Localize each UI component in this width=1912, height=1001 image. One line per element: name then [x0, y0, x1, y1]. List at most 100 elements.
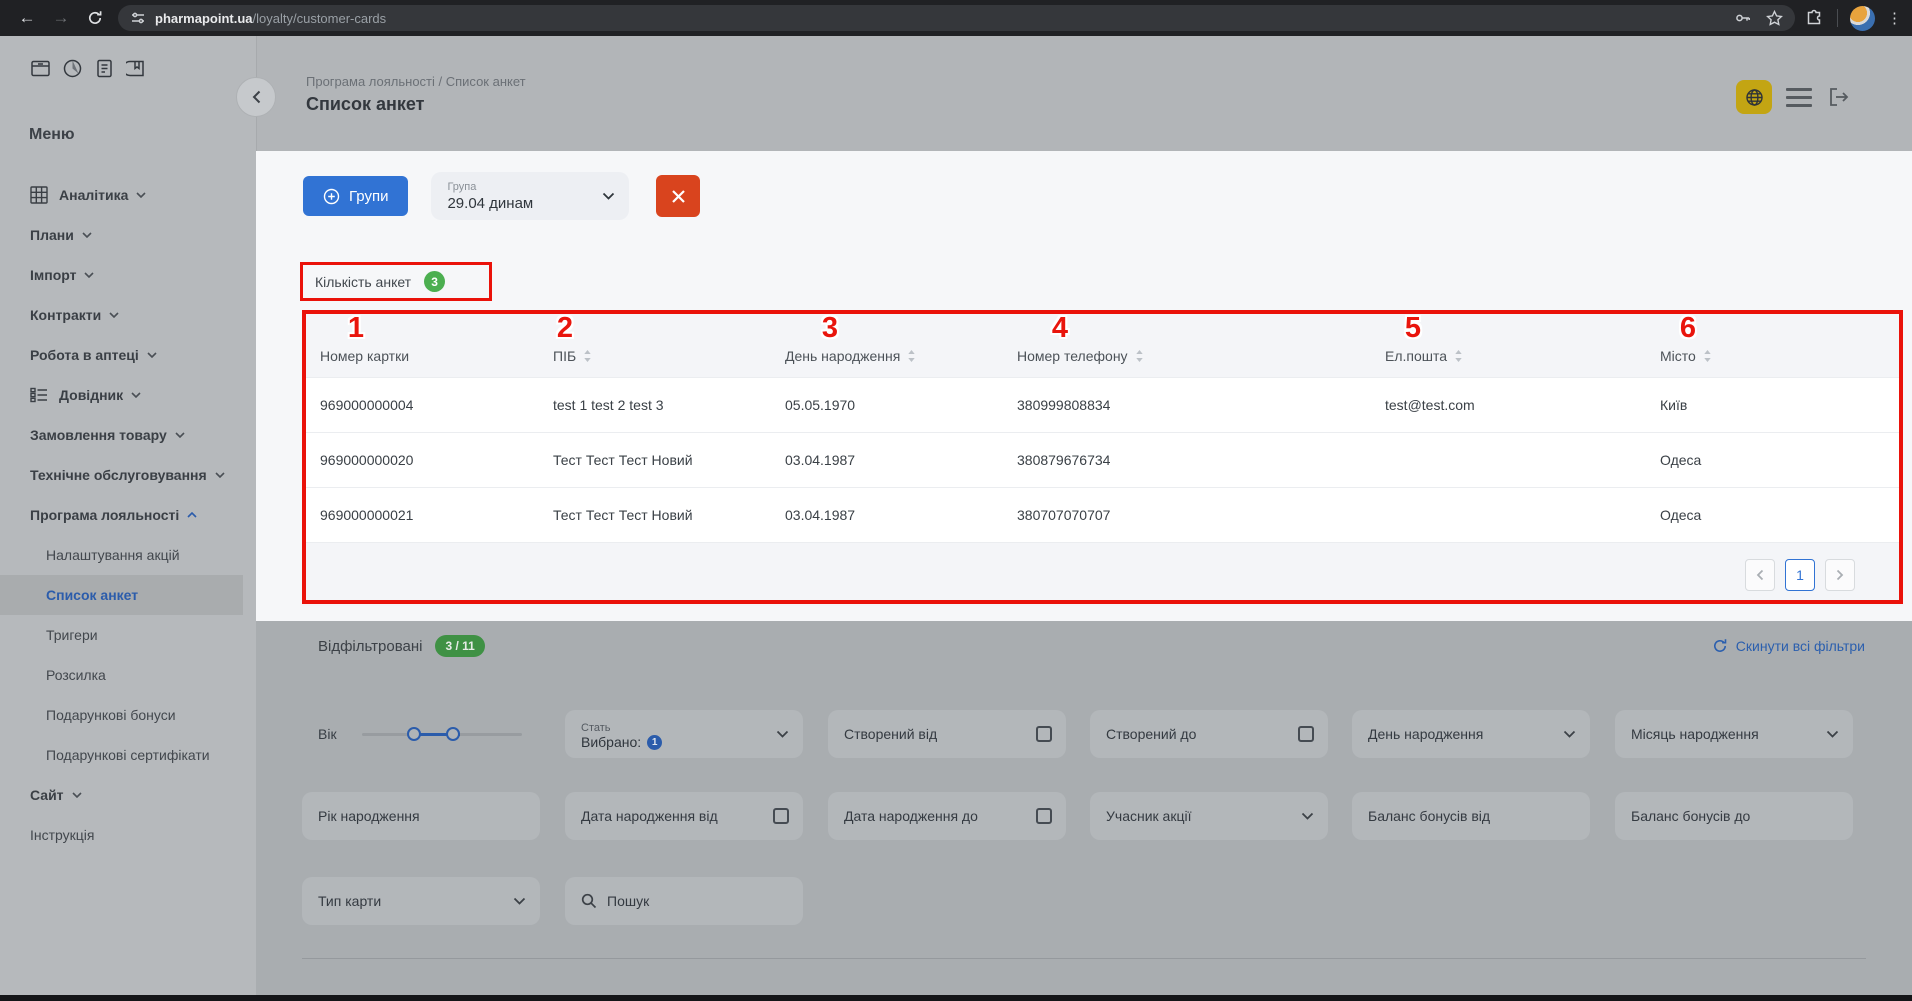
site-settings-icon[interactable]: [130, 10, 146, 26]
filter-баланс-бонусів-від[interactable]: Баланс бонусів від: [1352, 792, 1590, 840]
sidebar-item-label: Сайт: [30, 787, 64, 803]
chevron-down-icon: [109, 312, 119, 318]
app-window: Меню АналітикаПланиІмпортКонтрактиРобота…: [0, 36, 1912, 995]
column-header-день-народження[interactable]: День народження: [785, 348, 916, 364]
group-select-label: Група: [447, 181, 533, 193]
chevron-down-icon: [72, 792, 82, 798]
column-header-піб[interactable]: ПІБ: [553, 348, 592, 364]
book-icon[interactable]: [126, 58, 147, 79]
chevron-down-icon: [1826, 730, 1839, 738]
calendar-icon: [1298, 726, 1314, 742]
filter-день-народження[interactable]: День народження: [1352, 710, 1590, 758]
menu-hamburger-icon[interactable]: [1786, 88, 1812, 107]
column-header-номер-картки: Номер картки: [320, 348, 409, 364]
language-globe-button[interactable]: [1736, 80, 1772, 114]
drawer-icon[interactable]: [30, 58, 51, 79]
sidebar-item-довідник[interactable]: Довідник: [0, 375, 256, 415]
plus-circle-icon: [323, 188, 340, 205]
close-icon: [671, 189, 686, 204]
sidebar-item-сайт[interactable]: Сайт: [0, 775, 256, 815]
sidebar-collapse-button[interactable]: [236, 77, 276, 117]
filter-стать[interactable]: Стать Вибрано: 1: [565, 710, 803, 758]
reset-filters-link[interactable]: Скинути всі фільтри: [1712, 638, 1865, 654]
column-header-номер-телефону[interactable]: Номер телефону: [1017, 348, 1144, 364]
sidebar-item-аналітика[interactable]: Аналітика: [0, 175, 256, 215]
sidebar-item-технічне-обслуговування[interactable]: Технічне обслуговування: [0, 455, 256, 495]
sidebar-item-подарункові-сертифікати[interactable]: Подарункові сертифікати: [0, 735, 256, 775]
sidebar-item-label: Довідник: [59, 387, 123, 403]
sidebar-item-програма-лояльності[interactable]: Програма лояльності: [0, 495, 256, 535]
page-header: Програма лояльності / Список анкет Списо…: [256, 36, 1912, 151]
browser-toolbar: ← → pharmapoint.ua/loyalty/customer-card…: [0, 0, 1912, 36]
table-row[interactable]: 969000000021Тест Тест Тест Новий03.04.19…: [302, 487, 1903, 542]
sidebar-item-подарункові-бонуси[interactable]: Подарункові бонуси: [0, 695, 256, 735]
filter-рік-народження[interactable]: Рік народження: [302, 792, 540, 840]
filter-дата-народження-до[interactable]: Дата народження до: [828, 792, 1066, 840]
password-key-icon[interactable]: [1734, 9, 1752, 27]
filter-учасник-акції[interactable]: Учасник акції: [1090, 792, 1328, 840]
column-header-місто[interactable]: Місто: [1660, 348, 1712, 364]
sidebar: Меню АналітикаПланиІмпортКонтрактиРобота…: [0, 36, 256, 995]
age-slider[interactable]: [362, 733, 522, 736]
slider-handle-max[interactable]: [446, 727, 460, 741]
sidebar-item-label: Список анкет: [46, 587, 138, 603]
address-bar[interactable]: pharmapoint.ua/loyalty/customer-cards: [118, 5, 1795, 31]
filter-дата-народження-від[interactable]: Дата народження від: [565, 792, 803, 840]
logout-icon[interactable]: [1826, 85, 1850, 109]
table-cell: 03.04.1987: [785, 488, 855, 542]
sidebar-item-робота-в-аптеці[interactable]: Робота в аптеці: [0, 335, 256, 375]
pie-chart-icon[interactable]: [62, 58, 83, 79]
table-cell: 03.04.1987: [785, 433, 855, 487]
browser-menu-icon[interactable]: ⋮: [1887, 9, 1902, 27]
globe-icon: [1745, 88, 1764, 107]
pagination-next-button[interactable]: [1825, 559, 1855, 591]
filter-баланс-бонусів-до[interactable]: Баланс бонусів до: [1615, 792, 1853, 840]
sidebar-item-label: Подарункові бонуси: [46, 707, 176, 723]
document-icon[interactable]: [94, 58, 115, 79]
filter-тип-карти[interactable]: Тип карти: [302, 877, 540, 925]
sort-icon: [1135, 350, 1144, 362]
table-cell: 969000000021: [320, 488, 413, 542]
sidebar-item-плани[interactable]: Плани: [0, 215, 256, 255]
chevron-up-icon: [187, 512, 197, 518]
chevron-down-icon: [1563, 730, 1576, 738]
sidebar-item-налаштування-акцій[interactable]: Налаштування акцій: [0, 535, 256, 575]
sidebar-item-список-анкет[interactable]: Список анкет: [0, 575, 243, 615]
count-badge: 3: [424, 271, 445, 292]
table-row[interactable]: 969000000020Тест Тест Тест Новий03.04.19…: [302, 432, 1903, 487]
pagination-page-1[interactable]: 1: [1785, 559, 1815, 591]
filter-створений-від[interactable]: Створений від: [828, 710, 1066, 758]
sidebar-item-контракти[interactable]: Контракти: [0, 295, 256, 335]
filter-місяць-народження[interactable]: Місяць народження: [1615, 710, 1853, 758]
filter-вік[interactable]: Вік: [302, 710, 540, 758]
filtered-count-badge: 3 / 11: [435, 635, 484, 657]
chevron-down-icon: [136, 192, 146, 198]
chevron-down-icon: [175, 432, 185, 438]
sidebar-item-label: Контракти: [30, 307, 101, 323]
chevron-down-icon: [131, 392, 141, 398]
clear-group-button[interactable]: [656, 175, 700, 217]
slider-handle-min[interactable]: [407, 727, 421, 741]
sidebar-item-розсилка[interactable]: Розсилка: [0, 655, 256, 695]
pagination-prev-button[interactable]: [1745, 559, 1775, 591]
filter-пошук[interactable]: Пошук: [565, 877, 803, 925]
sidebar-item-тригери[interactable]: Тригери: [0, 615, 256, 655]
back-icon[interactable]: ←: [10, 4, 44, 32]
sidebar-item-інструкція[interactable]: Інструкція: [0, 815, 256, 855]
bookmark-star-icon[interactable]: [1766, 10, 1783, 27]
sidebar-item-замовлення-товару[interactable]: Замовлення товару: [0, 415, 256, 455]
groups-button[interactable]: Групи: [303, 176, 408, 216]
filter-створений-до[interactable]: Створений до: [1090, 710, 1328, 758]
group-select[interactable]: Група 29.04 динам: [431, 172, 629, 220]
column-header-ел-пошта[interactable]: Ел.пошта: [1385, 348, 1463, 364]
extensions-icon[interactable]: [1805, 9, 1823, 27]
sidebar-item-label: Розсилка: [46, 667, 106, 683]
sidebar-item-імпорт[interactable]: Імпорт: [0, 255, 256, 295]
profile-avatar[interactable]: [1850, 6, 1875, 31]
taskbar-strip: [0, 995, 1912, 1001]
table-row[interactable]: 969000000004test 1 test 2 test 305.05.19…: [302, 377, 1903, 432]
forward-icon[interactable]: →: [44, 4, 78, 32]
sort-icon: [583, 350, 592, 362]
chevron-down-icon: [513, 897, 526, 905]
reload-icon[interactable]: [78, 4, 112, 32]
